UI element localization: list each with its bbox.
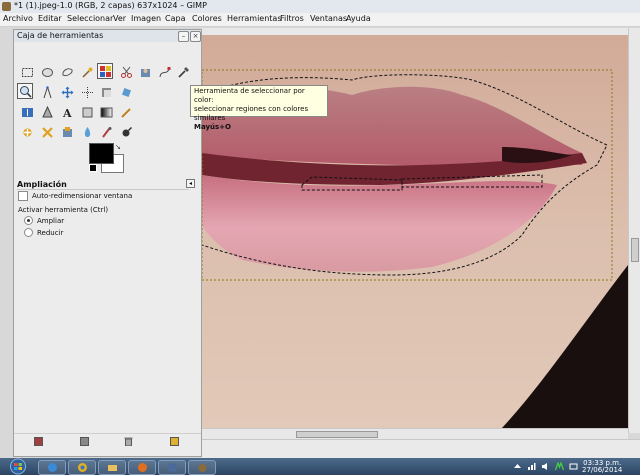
tooltip-line-2: seleccionar regiones con colores similar…	[194, 105, 309, 122]
image-status-bar	[202, 439, 640, 458]
options-divider	[17, 189, 189, 190]
pencil-icon[interactable]	[118, 104, 134, 120]
clock-date: 27/06/2014	[582, 466, 623, 474]
auto-resize-label: Auto-redimensionar ventana	[32, 192, 133, 200]
taskbar-explorer-button[interactable]	[38, 460, 66, 475]
crop-icon[interactable]	[98, 84, 114, 100]
toolbox-title-bar[interactable]: Caja de herramientas – ×	[14, 30, 201, 42]
taskbar-media-button[interactable]	[128, 460, 156, 475]
toolbox-panel: Caja de herramientas – × A ↘ Ampliación …	[13, 29, 202, 457]
menu-seleccionar[interactable]: Seleccionar	[67, 14, 113, 23]
foreground-select-icon[interactable]	[137, 64, 153, 80]
menu-editar[interactable]: Editar	[38, 14, 62, 23]
menu-imagen[interactable]: Imagen	[131, 14, 161, 23]
taskbar-gimp-button[interactable]	[188, 460, 216, 475]
smudge-icon[interactable]	[98, 124, 114, 140]
zoom-out-option[interactable]: Reducir	[24, 228, 63, 237]
blur-icon[interactable]	[79, 124, 95, 140]
window-title-bar: *1 (1).jpeg-1.0 (RGB, 2 capas) 637x1024 …	[0, 0, 640, 14]
dodge-burn-icon[interactable]	[118, 124, 134, 140]
move-icon[interactable]	[59, 84, 75, 100]
taskbar-folder-button[interactable]	[98, 460, 126, 475]
select-by-color-icon[interactable]	[97, 63, 113, 79]
menu-ayuda[interactable]: Ayuda	[346, 14, 371, 23]
activate-tool-label: Activar herramienta (Ctrl)	[18, 206, 109, 214]
menu-capa[interactable]: Capa	[165, 14, 185, 23]
zoom-in-label: Ampliar	[37, 216, 65, 225]
clone-icon[interactable]	[39, 124, 55, 140]
menu-ver[interactable]: Ver	[113, 14, 126, 23]
tooltip-line-1: Herramienta de seleccionar por color:	[194, 87, 305, 104]
ellipse-select-icon[interactable]	[39, 64, 55, 80]
zoom-out-label: Reducir	[37, 228, 64, 237]
vertical-scrollbar[interactable]	[628, 28, 640, 433]
menu-colores[interactable]: Colores	[192, 14, 222, 23]
toolbox-bottom-bar	[14, 433, 201, 448]
restore-options-icon[interactable]	[80, 437, 89, 446]
tooltip-shortcut: Mayús+O	[194, 123, 232, 131]
fuzzy-select-icon[interactable]	[79, 64, 95, 80]
svg-text:A: A	[62, 107, 72, 119]
window-title: *1 (1).jpeg-1.0 (RGB, 2 capas) 637x1024 …	[14, 1, 207, 10]
menu-herramientas[interactable]: Herramientas	[227, 14, 282, 23]
tray-logo-icon[interactable]	[555, 462, 564, 471]
tray-arrow-icon[interactable]	[513, 462, 522, 471]
zoom-in-radio[interactable]	[24, 216, 33, 225]
zoom-out-radio[interactable]	[24, 228, 33, 237]
scissors-icon[interactable]	[118, 64, 134, 80]
taskbar-chrome-button[interactable]	[68, 460, 96, 475]
swap-colors-icon[interactable]: ↘	[115, 143, 121, 151]
close-icon[interactable]: ×	[190, 31, 201, 42]
vertical-scroll-thumb[interactable]	[631, 238, 639, 262]
menu-archivo[interactable]: Archivo	[3, 14, 33, 23]
zoom-in-option[interactable]: Ampliar	[24, 216, 64, 225]
tool-options-title: Ampliación	[17, 180, 67, 189]
tray-volume-icon[interactable]	[541, 462, 550, 471]
horizontal-scroll-thumb[interactable]	[296, 431, 378, 438]
free-select-icon[interactable]	[59, 64, 75, 80]
cage-icon[interactable]	[39, 104, 55, 120]
taskbar-clock[interactable]: 03:33 p.m. 27/06/2014	[582, 460, 622, 474]
default-colors-icon[interactable]	[89, 164, 97, 172]
align-icon[interactable]	[79, 84, 95, 100]
text-icon[interactable]: A	[59, 104, 75, 120]
blend-icon[interactable]	[98, 104, 114, 120]
windows-taskbar: 03:33 p.m. 27/06/2014	[0, 458, 640, 475]
auto-resize-option[interactable]: Auto-redimensionar ventana	[18, 191, 132, 201]
gimp-app-icon	[2, 2, 11, 11]
flip-icon[interactable]	[19, 104, 35, 120]
paths-icon[interactable]	[156, 64, 172, 80]
reset-options-icon[interactable]	[170, 437, 179, 446]
tray-battery-icon[interactable]	[569, 462, 578, 471]
foreground-color-swatch[interactable]	[89, 143, 114, 164]
menu-filtros[interactable]: Filtros	[280, 14, 304, 23]
toolbox-title: Caja de herramientas	[17, 31, 104, 40]
save-options-icon[interactable]	[34, 437, 43, 446]
rotate-icon[interactable]	[118, 84, 134, 100]
activate-tool-label-row: Activar herramienta (Ctrl)	[18, 206, 108, 214]
zoom-icon[interactable]	[17, 83, 33, 99]
bucket-fill-icon[interactable]	[79, 104, 95, 120]
menu-ventanas[interactable]: Ventanas	[310, 14, 347, 23]
delete-options-icon[interactable]	[124, 437, 133, 446]
minimize-icon[interactable]: –	[178, 31, 189, 42]
rect-select-icon[interactable]	[19, 64, 35, 80]
options-menu-icon[interactable]: ◂	[186, 179, 195, 188]
auto-resize-checkbox[interactable]	[18, 191, 28, 201]
heal-icon[interactable]	[19, 124, 35, 140]
tray-network-icon[interactable]	[527, 462, 536, 471]
measure-icon[interactable]	[39, 84, 55, 100]
taskbar-app-button[interactable]	[158, 460, 186, 475]
start-button-icon[interactable]	[3, 458, 33, 475]
color-picker-icon[interactable]	[175, 64, 191, 80]
perspective-clone-icon[interactable]	[59, 124, 75, 140]
menu-bar: Archivo Editar Seleccionar Ver Imagen Ca…	[0, 13, 640, 27]
tool-tooltip: Herramienta de seleccionar por color: se…	[190, 85, 328, 131]
